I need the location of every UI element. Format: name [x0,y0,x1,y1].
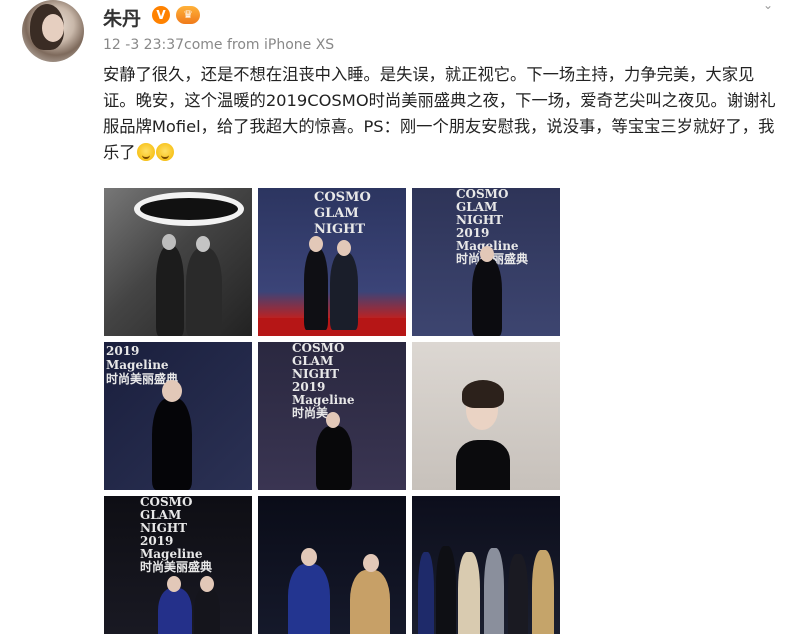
person-figure [304,248,328,330]
avatar-face [42,14,64,42]
person-figure [186,248,222,336]
person-figure [484,548,504,634]
person-figure [472,258,502,336]
person-hair [462,380,504,408]
person-head [326,412,340,428]
person-figure [156,246,184,336]
stage-text: COSMO GLAM NIGHT 2019 Mageline 时尚美丽盛典 [140,496,213,574]
username[interactable]: 朱丹 [103,4,141,31]
photo-6[interactable] [412,342,560,490]
stage-text: COSMO GLAM NIGHT 2019 Mageline 时尚美 [292,342,355,420]
person-head [162,234,176,250]
photo-4[interactable]: 2019 Mageline 时尚美丽盛典 [104,342,252,490]
post-meta: 12 -3 23:37come from iPhone XS [103,37,335,53]
photo-5[interactable]: COSMO GLAM NIGHT 2019 Mageline 时尚美 [258,342,406,490]
person-figure [436,546,456,634]
photo-3[interactable]: COSMO GLAM NIGHT 2019 Mageline 时尚美丽盛典 [412,188,560,336]
chevron-down-icon[interactable]: ⌄ [760,0,776,11]
photo-2[interactable]: COSMO GLAM NIGHT [258,188,406,336]
photo-grid: COSMO GLAM NIGHT COSMO GLAM NIGHT 2019 M… [104,188,560,634]
photo-1[interactable] [104,188,252,336]
person-figure [330,252,358,330]
person-figure [458,552,480,634]
person-figure [508,554,528,634]
post-body: 安静了很久，还是不想在沮丧中入睡。是失误，就正视它。下一场主持，力争完美，大家见… [103,65,776,162]
person-figure [350,570,390,634]
laughing-crying-emoji-icon [155,143,174,161]
person-figure [532,550,554,634]
person-figure [418,552,434,634]
person-figure [194,588,220,634]
photo-7[interactable]: COSMO GLAM NIGHT 2019 Mageline 时尚美丽盛典 [104,496,252,634]
photo-9[interactable] [412,496,560,634]
stage-text: 2019 Mageline 时尚美丽盛典 [106,344,179,386]
person-head [196,236,210,252]
person-figure [316,426,352,490]
person-head [480,246,494,262]
person-figure [152,398,192,490]
person-head [200,576,214,592]
person-head [167,576,181,592]
person-figure [456,440,510,490]
stage-light-ring [134,192,244,226]
vip-badge-icon: ♛ [176,6,200,24]
person-figure [158,588,192,634]
person-head [301,548,317,566]
verified-badge-icon: V [152,6,170,24]
avatar[interactable] [22,0,84,62]
person-head [363,554,379,572]
person-head [162,380,182,402]
person-figure [288,564,330,634]
person-head [337,240,351,256]
post-text: 安静了很久，还是不想在沮丧中入睡。是失误，就正视它。下一场主持，力争完美，大家见… [103,62,783,166]
person-head [309,236,323,252]
stage-text: COSMO GLAM NIGHT [314,190,371,237]
photo-8[interactable] [258,496,406,634]
laughing-crying-emoji-icon [136,143,155,161]
